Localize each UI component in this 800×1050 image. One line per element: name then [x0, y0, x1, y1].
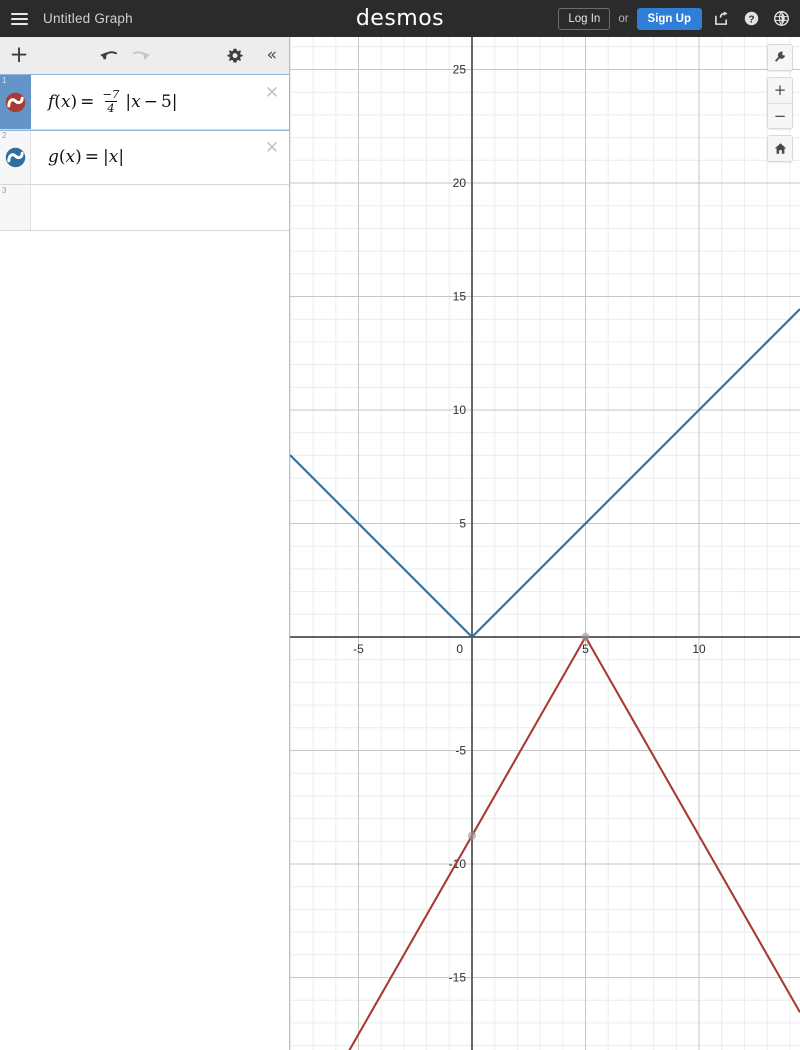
graph-title[interactable]: Untitled Graph [43, 11, 133, 26]
graph-settings-group [767, 44, 793, 71]
graph-canvas[interactable]: -5 0 5 10 25 20 15 10 5 -5 -10 -15 + − [290, 37, 800, 1050]
x-tick-label: 5 [582, 642, 589, 656]
wrench-icon[interactable] [768, 45, 792, 70]
graph-toolbar: + − [767, 44, 793, 162]
zoom-group: + − [767, 77, 793, 129]
expression-delete-3 [255, 185, 289, 230]
expression-gutter-1: 1 [0, 75, 31, 129]
x-tick-label: 0 [456, 642, 463, 656]
expr1-arg: x [60, 92, 71, 112]
header-actions: Log In or Sign Up ? [558, 0, 792, 37]
login-button[interactable]: Log In [558, 7, 611, 30]
app-header: Untitled Graph desmos Log In or Sign Up … [0, 0, 800, 37]
graph-point-marker [581, 632, 590, 642]
x-tick-label: -5 [353, 642, 364, 656]
expr2-equals: = [84, 147, 100, 167]
expression-index-1: 1 [2, 76, 7, 85]
expression-row-2[interactable]: 2 g(x) = |x| ✕ [0, 130, 289, 185]
expr2-close-paren: ) [75, 147, 82, 167]
y-tick-label: 25 [453, 63, 467, 77]
x-tick-label: 10 [692, 642, 706, 656]
expr2-abs-close: | [118, 147, 125, 167]
expression-row-3[interactable]: 3 [0, 185, 289, 231]
svg-text:?: ? [748, 14, 754, 25]
y-tick-label: 20 [453, 176, 467, 190]
y-tick-label: 10 [453, 403, 467, 417]
expr1-fraction: −7 4 [100, 88, 121, 113]
expression-gutter-2: 2 [0, 130, 31, 184]
expression-delete-2[interactable]: ✕ [255, 130, 289, 184]
y-tick-label: -15 [449, 971, 467, 985]
expr1-abs-op: − [143, 92, 158, 112]
expr2-arg: x [65, 147, 76, 167]
expression-toolbar: + « [0, 37, 289, 75]
add-expression-button[interactable]: + [0, 37, 38, 75]
expression-color-dot-2[interactable] [5, 147, 26, 168]
expression-latex-1[interactable]: f(x) = −7 4 |x −5| [31, 75, 255, 129]
expr2-open-paren: ( [58, 147, 66, 167]
expr1-abs-var: x [131, 92, 141, 112]
brand-text: desmos [355, 6, 445, 31]
globe-icon[interactable] [770, 8, 792, 30]
axes [290, 37, 800, 1050]
gear-icon[interactable] [227, 48, 243, 64]
graph-point-marker [467, 831, 477, 840]
y-tick-label: 15 [453, 290, 467, 304]
expr1-abs: |x −5| [124, 92, 178, 112]
expr1-denominator: 4 [105, 100, 117, 115]
hamburger-icon[interactable] [0, 0, 38, 37]
expr1-abs-close: | [171, 92, 178, 112]
signup-button[interactable]: Sign Up [636, 7, 702, 30]
expr1-abs-num: 5 [160, 92, 172, 112]
major-grid [290, 37, 800, 1050]
or-label: or [618, 12, 629, 25]
expr2-abs: |x| [102, 147, 125, 167]
expression-panel: + « 1 f (x) = −7 4 |x − 5| ✕ 2 g (x)… [0, 37, 290, 1050]
y-tick-label: 5 [459, 517, 466, 531]
y-tick-label: -5 [455, 744, 466, 758]
expression-latex-2[interactable]: g(x) = |x| [31, 130, 255, 184]
series-curve [290, 308, 800, 639]
expr1-open-paren: ( [54, 92, 61, 112]
graph-plot[interactable]: -5 0 5 10252015105-5-10-15 [290, 37, 800, 1050]
expression-delete-1[interactable]: ✕ [255, 75, 289, 129]
expr2-abs-var: x [108, 147, 119, 167]
expression-index-3: 3 [2, 186, 7, 195]
expr1-close-paren: ) [70, 92, 78, 112]
zoom-out-button[interactable]: − [768, 103, 792, 128]
minor-grid [290, 37, 800, 1050]
expr1-equals: = [80, 92, 95, 112]
expr1-numerator: −7 [102, 87, 120, 102]
series-curve [348, 635, 800, 1050]
expr2-lhs: g [48, 147, 59, 167]
undo-redo-group [98, 47, 152, 64]
home-icon[interactable] [768, 136, 792, 161]
redo-arrow-icon[interactable] [131, 47, 152, 64]
expression-color-dot-1[interactable] [5, 92, 26, 113]
expression-index-2: 2 [2, 131, 7, 140]
undo-arrow-icon[interactable] [98, 47, 119, 64]
home-group [767, 135, 793, 162]
zoom-in-button[interactable]: + [768, 78, 792, 103]
collapse-panel-button[interactable]: « [267, 47, 277, 64]
expression-latex-3[interactable] [31, 185, 255, 230]
help-icon[interactable]: ? [740, 8, 762, 30]
expression-row-1[interactable]: 1 f(x) = −7 4 |x −5| ✕ [0, 74, 290, 131]
expression-gutter-3: 3 [0, 185, 31, 230]
share-icon[interactable] [710, 8, 732, 30]
